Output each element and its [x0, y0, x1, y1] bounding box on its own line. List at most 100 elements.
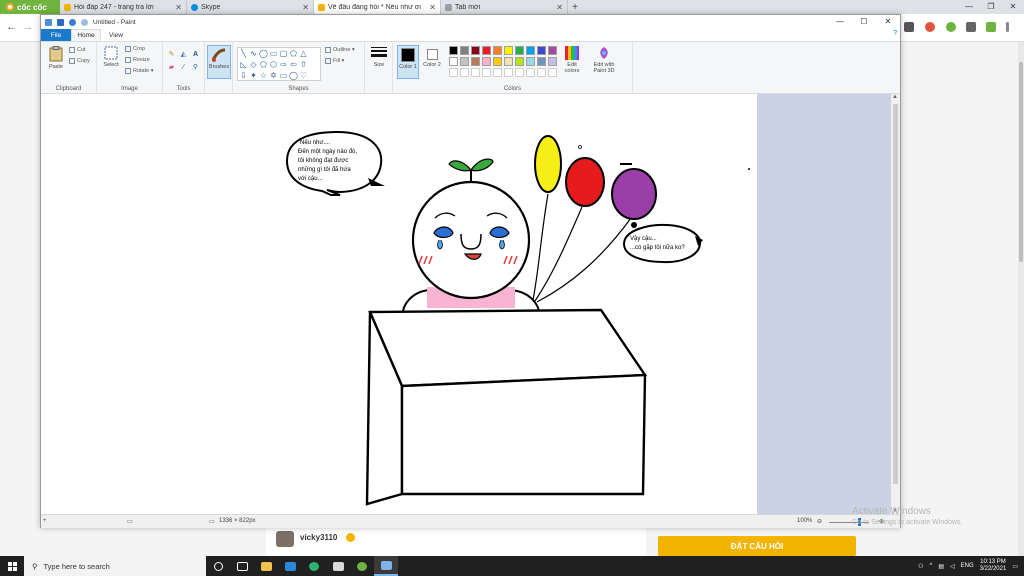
rectangle-shape-icon[interactable]: ▭ — [269, 49, 278, 58]
mail-button[interactable] — [278, 556, 302, 576]
palette-swatch[interactable] — [493, 46, 502, 55]
callout-shape-icon[interactable]: ▭ — [279, 71, 288, 80]
browser-tab-question[interactable]: Vẽ đâu đang hỏi * Nếu như ơi ✕ — [314, 0, 441, 14]
back-button[interactable]: ← — [6, 21, 17, 33]
rounded-rectangle-shape-icon[interactable]: ▢ — [279, 49, 288, 58]
close-window-button[interactable]: ✕ — [876, 15, 900, 29]
crop-button[interactable]: Crop — [125, 46, 145, 52]
notification-icon[interactable]: ▭ — [1012, 563, 1018, 570]
browser-tab-skype[interactable]: Skype ✕ — [187, 0, 314, 14]
palette-swatch[interactable] — [537, 57, 546, 66]
palette-swatch[interactable] — [460, 57, 469, 66]
extension-icon[interactable] — [925, 22, 935, 32]
close-tab-icon[interactable]: ✕ — [556, 3, 563, 12]
tab-view[interactable]: View — [101, 29, 131, 41]
zoom-out-button[interactable]: ⊖ — [817, 518, 822, 525]
polygon-shape-icon[interactable]: ⬠ — [289, 49, 298, 58]
palette-swatch[interactable] — [504, 46, 513, 55]
outline-button[interactable]: Outline ▾ — [325, 47, 355, 53]
palette-empty-swatch[interactable] — [460, 68, 469, 77]
maximize-button[interactable]: ☐ — [852, 15, 876, 29]
palette-swatch[interactable] — [482, 57, 491, 66]
people-icon[interactable]: ⚇ — [918, 563, 923, 570]
fill-button[interactable]: Fill ▾ — [325, 58, 344, 64]
palette-empty-swatch[interactable] — [493, 68, 502, 77]
cut-button[interactable]: Cut — [69, 47, 86, 53]
file-menu[interactable]: File — [41, 29, 71, 41]
palette-empty-swatch[interactable] — [515, 68, 524, 77]
undo-icon[interactable] — [69, 18, 76, 26]
scrollbar-thumb[interactable] — [893, 104, 898, 484]
brushes-button[interactable]: Brushes — [207, 45, 231, 79]
curve-shape-icon[interactable]: ∿ — [249, 49, 258, 58]
pencil-icon[interactable]: ✎ — [167, 50, 176, 59]
heart-shape-icon[interactable]: ♡ — [299, 71, 308, 80]
fill-icon[interactable]: ◭ — [179, 50, 188, 59]
color1-button[interactable]: Color 1 — [397, 45, 419, 79]
show-hidden-icons[interactable]: ^ — [929, 563, 932, 569]
copy-button[interactable]: Copy — [69, 58, 90, 64]
redo-icon[interactable] — [81, 18, 88, 26]
palette-empty-swatch[interactable] — [504, 68, 513, 77]
diamond-shape-icon[interactable]: ◇ — [249, 60, 258, 69]
scrollbar-thumb[interactable] — [1019, 62, 1023, 262]
triangle-shape-icon[interactable]: △ — [299, 49, 308, 58]
ask-question-button[interactable]: ĐẶT CÂU HỎI — [658, 536, 856, 556]
close-window-button[interactable]: ✕ — [1002, 0, 1024, 14]
palette-swatch[interactable] — [537, 46, 546, 55]
palette-swatch[interactable] — [515, 57, 524, 66]
palette-empty-swatch[interactable] — [548, 68, 557, 77]
browser-brand-button[interactable]: cốc cốc — [0, 0, 60, 14]
palette-swatch[interactable] — [515, 46, 524, 55]
clock[interactable]: 10:13 PM 3/22/2021 — [980, 559, 1007, 573]
resize-button[interactable]: Resize — [125, 57, 150, 63]
color-picker-icon[interactable]: ⁄ — [179, 63, 188, 72]
down-arrow-shape-icon[interactable]: ⇩ — [239, 71, 248, 80]
new-tab-button[interactable]: + — [568, 0, 582, 14]
hexagon-shape-icon[interactable]: ⬡ — [269, 60, 278, 69]
palette-swatch[interactable] — [548, 57, 557, 66]
eraser-icon[interactable]: ▰ — [167, 63, 176, 72]
edit-colors-button[interactable]: Edit colors — [561, 46, 583, 74]
cortana-button[interactable] — [206, 556, 230, 576]
taskbar-search[interactable]: ⚲ Type here to search — [24, 556, 206, 576]
tab-home[interactable]: Home — [71, 29, 101, 41]
palette-swatch[interactable] — [460, 46, 469, 55]
oval-shape-icon[interactable]: ◯ — [259, 49, 268, 58]
language-indicator[interactable]: ENG — [961, 563, 974, 569]
four-point-star-shape-icon[interactable]: ✦ — [249, 71, 258, 80]
five-point-star-shape-icon[interactable]: ☆ — [259, 71, 268, 80]
puzzle-icon[interactable] — [966, 22, 976, 32]
task-view-button[interactable] — [230, 556, 254, 576]
right-triangle-shape-icon[interactable]: ◺ — [239, 60, 248, 69]
palette-empty-swatch[interactable] — [526, 68, 535, 77]
drawing-canvas[interactable]: Nếu như.... Đến một ngày nào đó, tôi khô… — [41, 94, 757, 514]
minimize-button[interactable]: — — [958, 0, 980, 14]
up-arrow-shape-icon[interactable]: ⇧ — [299, 60, 308, 69]
select-button[interactable]: Select — [101, 46, 121, 68]
restore-button[interactable]: ❐ — [980, 0, 1002, 14]
save-icon[interactable] — [57, 18, 64, 26]
palette-swatch[interactable] — [471, 57, 480, 66]
palette-swatch[interactable] — [482, 46, 491, 55]
text-icon[interactable]: A — [191, 50, 200, 59]
magnifier-icon[interactable]: ⚲ — [191, 63, 200, 72]
canvas-scrollbar[interactable]: ▲ ▼ — [891, 94, 900, 514]
palette-swatch[interactable] — [493, 57, 502, 66]
palette-swatch[interactable] — [526, 46, 535, 55]
palette-empty-swatch[interactable] — [449, 68, 458, 77]
close-tab-icon[interactable]: ✕ — [429, 3, 436, 12]
palette-swatch[interactable] — [548, 46, 557, 55]
edge-button[interactable] — [302, 556, 326, 576]
close-tab-icon[interactable]: ✕ — [302, 3, 309, 12]
palette-swatch[interactable] — [471, 46, 480, 55]
browser-tab-new[interactable]: Tab mới ✕ — [441, 0, 568, 14]
close-tab-icon[interactable]: ✕ — [175, 3, 182, 12]
oval-callout-shape-icon[interactable]: ◯ — [289, 71, 298, 80]
coccoc-taskbar-button[interactable] — [350, 556, 374, 576]
avatar[interactable] — [276, 531, 294, 547]
scroll-up-icon[interactable]: ▲ — [892, 94, 898, 100]
help-icon[interactable]: ? — [893, 30, 897, 37]
page-scrollbar[interactable] — [1018, 42, 1024, 556]
username[interactable]: vicky3110 — [300, 533, 337, 542]
